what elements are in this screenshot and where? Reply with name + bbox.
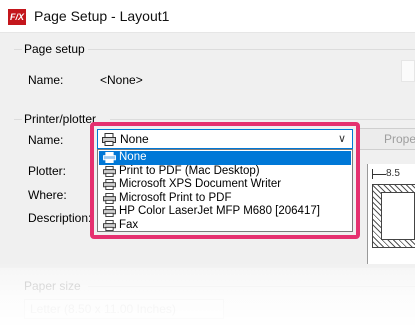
printer-icon (103, 152, 116, 163)
printer-select-value: None (120, 132, 149, 146)
printer-option-hp[interactable]: HP Color LaserJet MFP M680 [206417] (99, 205, 351, 219)
printer-option-fax[interactable]: Fax (99, 219, 351, 233)
preview-printable-area (381, 192, 415, 240)
printer-option-label: Fax (119, 218, 139, 231)
app-icon: F/X (8, 9, 26, 25)
page-setup-dialog: F/X Page Setup - Layout1 Page setup Name… (0, 0, 415, 325)
printer-icon (103, 165, 116, 177)
chevron-down-icon[interactable]: ∨ (338, 132, 346, 145)
printer-icon (103, 192, 116, 204)
printer-dropdown-list[interactable]: None Print to PDF (Mac Desktop) Microsof… (97, 149, 353, 232)
group-divider (88, 49, 415, 50)
group-divider (88, 286, 415, 287)
group-divider (14, 119, 22, 120)
paper-size-value: Letter (8.50 x 11.00 Inches) (30, 302, 176, 316)
printer-option-ms-pdf[interactable]: Microsoft Print to PDF (99, 192, 351, 206)
printer-option-label: None (119, 151, 147, 163)
plotter-label: Plotter: (28, 164, 67, 178)
printer-option-label: HP Color LaserJet MFP M680 [206417] (119, 205, 320, 217)
printer-option-xps[interactable]: Microsoft XPS Document Writer (99, 178, 351, 192)
printer-group-label: Printer/plotter (24, 112, 97, 126)
window-title: Page Setup - Layout1 (34, 8, 170, 24)
page-setup-name-value: <None> (100, 73, 143, 87)
paper-preview: 8.5 (367, 164, 415, 264)
printer-option-label: Print to PDF (Mac Desktop) (119, 164, 260, 177)
title-bar[interactable]: F/X Page Setup - Layout1 (0, 0, 415, 33)
page-setup-name-label: Name: (28, 73, 64, 87)
printer-option-none[interactable]: None (99, 151, 351, 165)
page-setup-group-label: Page setup (24, 42, 85, 56)
properties-button[interactable]: Prope (357, 128, 415, 150)
group-divider (110, 119, 415, 120)
printer-option-label: Microsoft Print to PDF (119, 191, 232, 204)
printer-name-select[interactable]: None ∨ (97, 129, 353, 149)
page-setup-info-icon (401, 60, 415, 82)
paper-size-select[interactable]: Letter (8.50 x 11.00 Inches) (24, 299, 224, 319)
dimension-arrow (372, 174, 386, 175)
printer-option-label: Microsoft XPS Document Writer (119, 178, 282, 190)
description-label: Description: (28, 211, 92, 225)
preview-dimension: 8.5 (386, 168, 400, 179)
printer-option-pdf-mac[interactable]: Print to PDF (Mac Desktop) (99, 165, 351, 179)
group-divider (14, 49, 22, 50)
paper-size-label: Paper size (24, 279, 81, 293)
printer-icon (103, 206, 116, 217)
printer-icon (103, 179, 116, 190)
printer-name-label: Name: (28, 133, 64, 147)
printer-icon (102, 133, 116, 146)
where-label: Where: (28, 188, 67, 202)
printer-icon (103, 219, 116, 231)
